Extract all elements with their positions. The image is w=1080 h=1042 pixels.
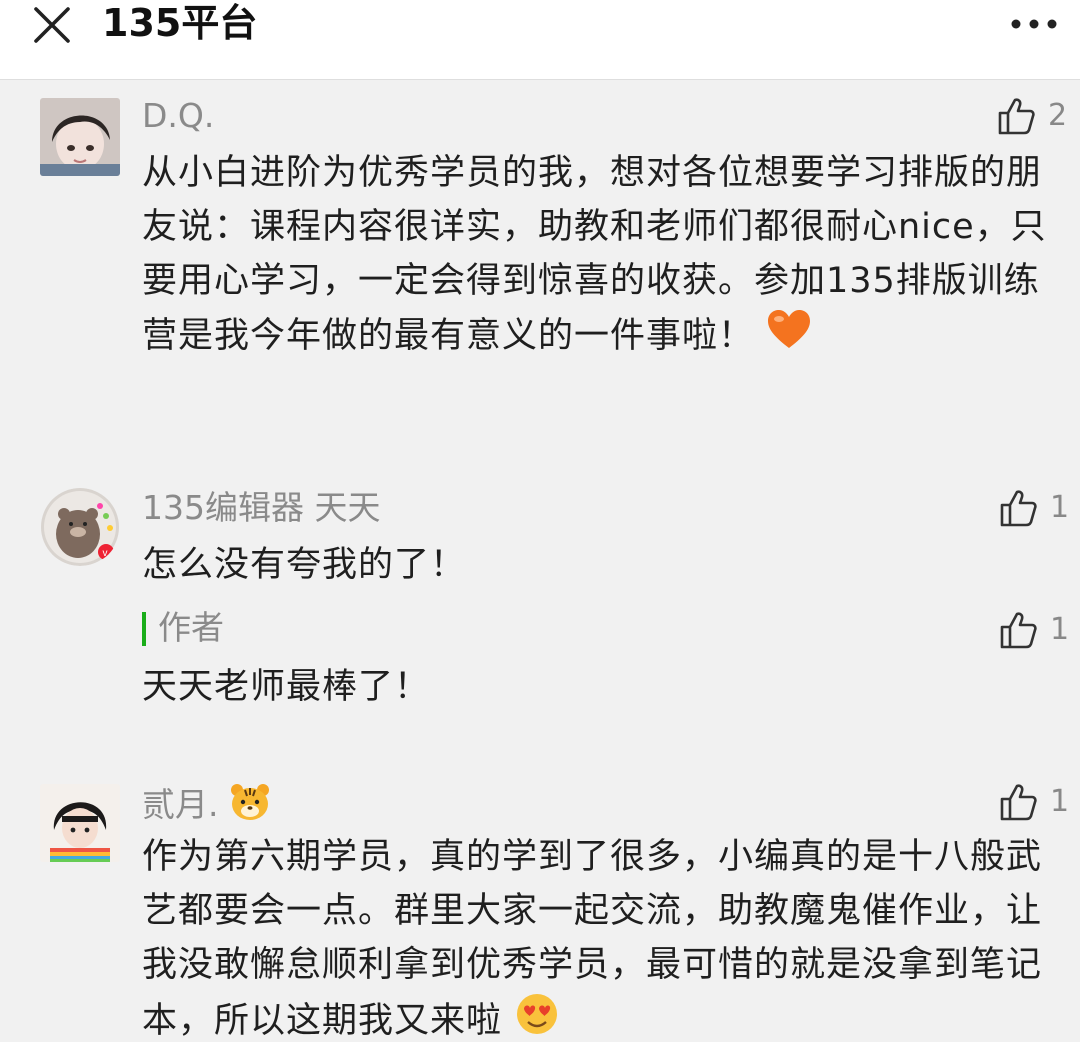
comment-text-content: 作为第六期学员，真的学到了很多，小编真的是十八般武艺都要会一点。群里大家一起交流… <box>142 837 1043 1041</box>
thumbs-up-icon <box>1000 784 1037 821</box>
like-count: 1 <box>1050 784 1070 819</box>
comment-nickname[interactable]: 贰月. <box>142 782 271 831</box>
heart-eyes-face-icon <box>514 992 560 1042</box>
comment-nickname-text: 贰月. <box>142 785 219 824</box>
avatar[interactable] <box>40 784 120 862</box>
comment-item: 贰月. 1 作为第六期学员，真的学到了很多，小编真的是十八般武艺都要会一点。群里… <box>0 0 1080 1042</box>
like-button[interactable]: 1 <box>998 782 1069 822</box>
comment-text: 作为第六期学员，真的学到了很多，小编真的是十八般武艺都要会一点。群里大家一起交流… <box>142 830 1062 1042</box>
tiger-face-icon <box>229 782 271 831</box>
